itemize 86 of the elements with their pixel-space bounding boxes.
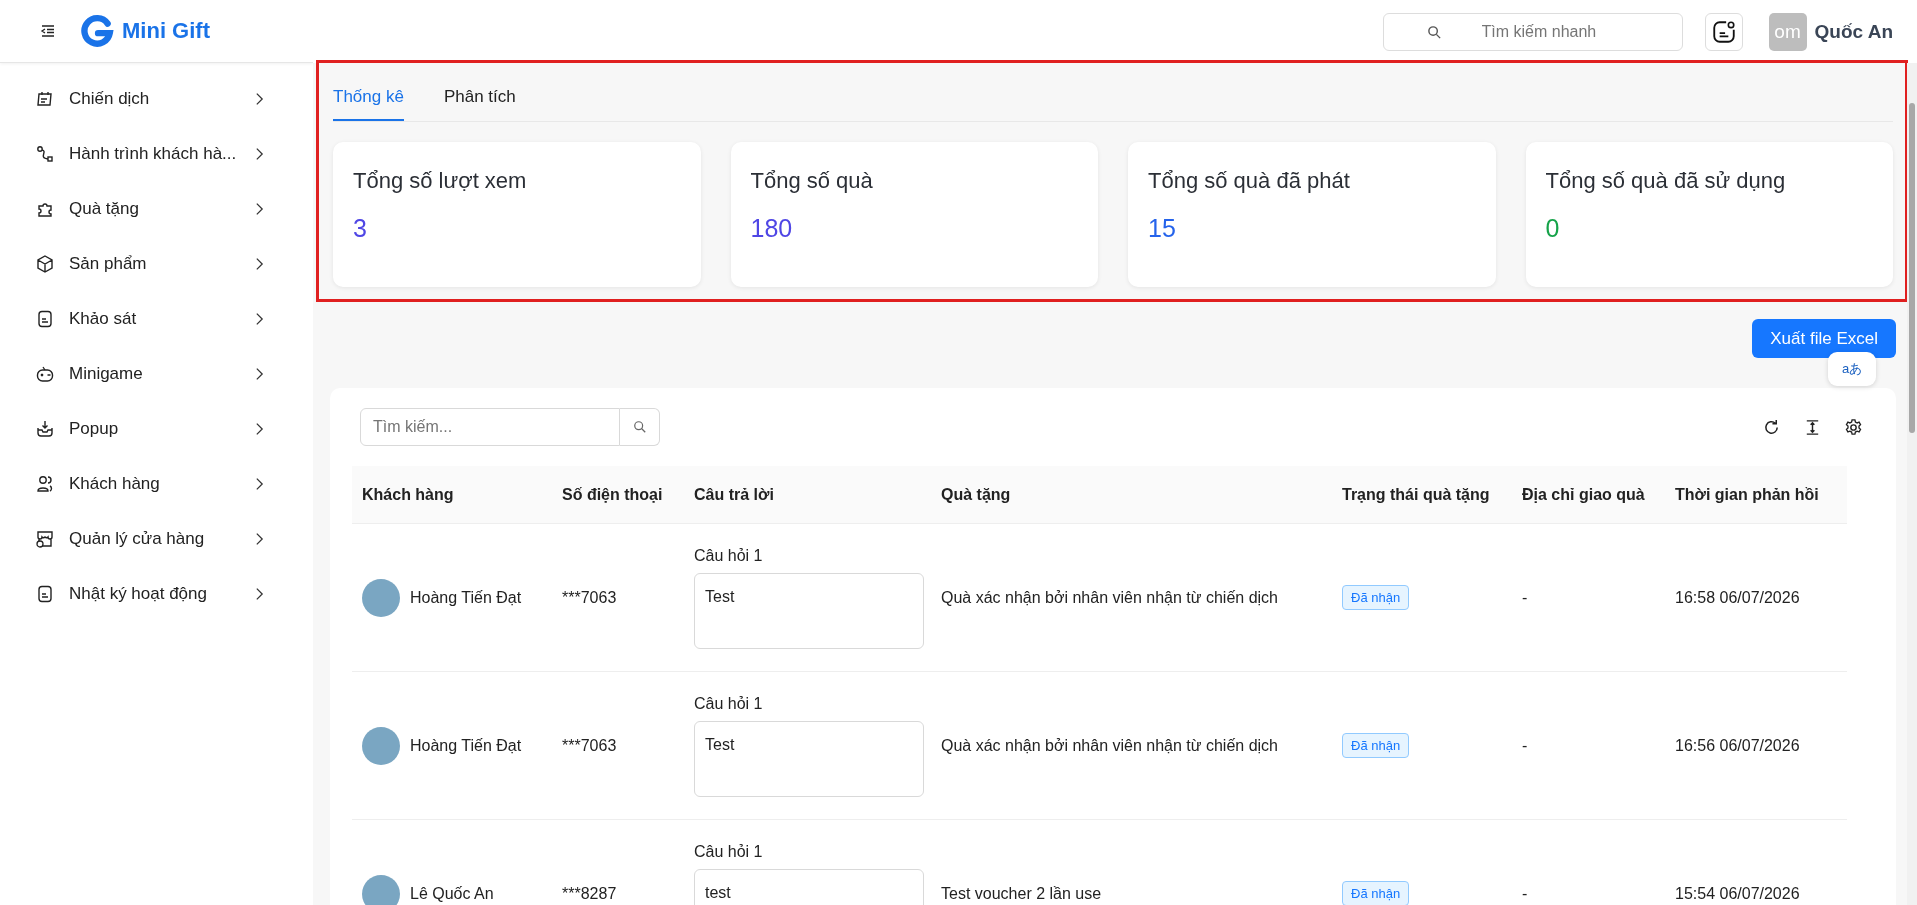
sidebar-item[interactable]: Khảo sát xyxy=(0,291,264,346)
column-header: Trạng thái quà tặng xyxy=(1332,466,1512,524)
chevron-right-icon xyxy=(255,91,264,106)
question-label: Câu hỏi 1 xyxy=(694,842,763,861)
doc-icon xyxy=(35,308,55,329)
table-cell: Lê Quốc An xyxy=(410,884,494,903)
search-icon xyxy=(1426,24,1442,40)
column-header: Địa chỉ giao quà xyxy=(1512,466,1665,524)
chevron-right-icon xyxy=(255,586,264,601)
sidebar-item[interactable]: Minigame xyxy=(0,346,264,401)
column-header: Quà tặng xyxy=(931,466,1332,524)
question-label: Câu hỏi 1 xyxy=(694,694,763,713)
table-cell: ***8287 xyxy=(562,884,617,903)
chevron-right-icon xyxy=(255,146,264,161)
sidebar-item[interactable]: Quà tặng xyxy=(0,181,264,236)
translate-button[interactable]: aあ xyxy=(1828,352,1876,386)
notification-button[interactable] xyxy=(1704,12,1743,51)
quick-search-field[interactable]: Tìm kiếm nhanh xyxy=(1382,12,1683,51)
avatar-placeholder xyxy=(362,578,400,617)
users-icon xyxy=(35,473,55,494)
status-tag: Đã nhận xyxy=(1342,585,1410,610)
answer-box: Test xyxy=(694,720,924,797)
table-cell: ***7063 xyxy=(562,588,617,607)
stat-title: Tổng số quà đã sử dụng xyxy=(1545,168,1787,194)
stat-title: Tổng số quà đã phát xyxy=(1148,168,1351,194)
box-icon xyxy=(35,253,55,274)
sidebar-item[interactable]: Quản lý cửa hàng xyxy=(0,511,264,566)
stat-title: Tổng số quà xyxy=(750,168,874,194)
sidebar-item[interactable]: Khách hàng xyxy=(0,456,264,511)
stat-value: 180 xyxy=(750,214,794,243)
export-excel-button[interactable]: Xuất file Excel xyxy=(1752,319,1896,358)
column-header: Khách hàng xyxy=(352,466,552,524)
chevron-right-icon xyxy=(255,201,264,216)
chevron-right-icon xyxy=(255,531,264,546)
sidebar-item[interactable]: Hành trình khách hà... xyxy=(0,126,264,181)
user-name: Quốc An xyxy=(1814,20,1893,43)
chevron-right-icon xyxy=(255,256,264,271)
menu-icon[interactable] xyxy=(40,23,56,39)
table-cell: - xyxy=(1522,736,1528,755)
table-cell: - xyxy=(1522,884,1528,903)
answer-box: Test xyxy=(694,572,924,649)
chevron-right-icon xyxy=(255,476,264,491)
answer-box: test xyxy=(694,868,924,905)
sidebar-item[interactable]: Nhật ký hoạt động xyxy=(0,566,264,621)
column-header: Thời gian phản hồi xyxy=(1665,466,1847,524)
stat-value: 15 xyxy=(1148,214,1177,243)
chevron-right-icon xyxy=(255,366,264,381)
doc-icon xyxy=(35,583,55,604)
table-cell: Hoàng Tiến Đạt xyxy=(410,588,522,607)
table-cell: Hoàng Tiến Đạt xyxy=(410,736,522,755)
avatar-placeholder xyxy=(362,726,400,765)
table-cell: Quà xác nhận bởi nhân viên nhận từ chiến dịch xyxy=(941,736,1278,755)
status-tag: Đã nhận xyxy=(1342,881,1410,905)
search-icon xyxy=(632,420,647,434)
settings-icon[interactable] xyxy=(1844,417,1863,437)
column-header: Số điện thoại xyxy=(552,466,684,524)
stat-value: 0 xyxy=(1545,214,1561,243)
sidebar-item[interactable]: Popup xyxy=(0,401,264,456)
note-icon xyxy=(1710,18,1737,45)
table-cell: ***7063 xyxy=(562,736,617,755)
store-icon xyxy=(35,528,55,549)
chevron-right-icon xyxy=(255,311,264,326)
inbox-icon xyxy=(35,418,55,439)
route-icon xyxy=(35,143,55,164)
avatar-placeholder xyxy=(362,874,400,905)
tab[interactable]: Thống kê xyxy=(333,83,404,121)
stat-value: 3 xyxy=(353,214,368,243)
scrollbar-thumb[interactable] xyxy=(1909,103,1915,433)
sidebar-item[interactable]: Chiến dịch xyxy=(0,71,264,126)
refresh-icon[interactable] xyxy=(1762,417,1781,437)
table-cell: - xyxy=(1522,588,1528,607)
table-cell: Test voucher 2 lần use xyxy=(941,884,1102,903)
table-cell: 16:58 06/07/2026 xyxy=(1675,588,1800,607)
table-search-field[interactable]: Tìm kiếm... xyxy=(360,408,620,446)
stat-title: Tổng số lượt xem xyxy=(353,168,528,194)
table-cell: Quà xác nhận bởi nhân viên nhận từ chiến dịch xyxy=(941,588,1278,607)
logo-icon xyxy=(80,14,114,48)
status-tag: Đã nhận xyxy=(1342,733,1410,758)
sidebar-item[interactable]: Sản phẩm xyxy=(0,236,264,291)
tab[interactable]: Phân tích xyxy=(443,83,516,121)
table-cell: 16:56 06/07/2026 xyxy=(1675,736,1800,755)
chevron-right-icon xyxy=(255,421,264,436)
logo-text: Mini Gift xyxy=(122,18,210,44)
table-cell: 15:54 06/07/2026 xyxy=(1675,884,1800,903)
question-label: Câu hỏi 1 xyxy=(694,546,763,565)
column-header: Câu trả lời xyxy=(684,466,931,524)
